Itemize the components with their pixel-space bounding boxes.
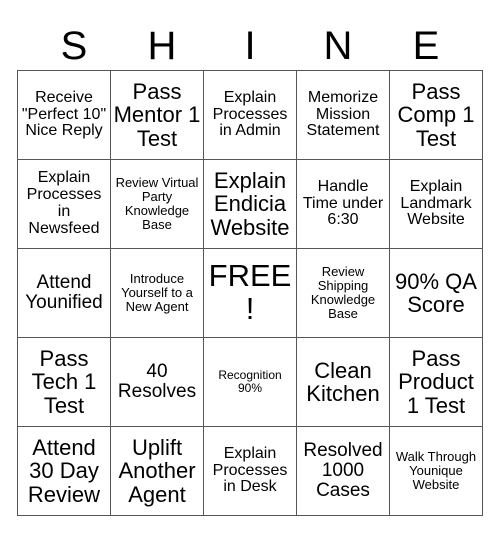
bingo-header: S H I N E bbox=[30, 0, 470, 70]
bingo-cell[interactable]: Explain Landmark Website bbox=[389, 159, 483, 249]
bingo-cell[interactable]: Resolved 1000 Cases bbox=[296, 426, 390, 516]
bingo-grid: Receive "Perfect 10" Nice Reply Pass Men… bbox=[17, 70, 483, 516]
bingo-cell[interactable]: 90% QA Score bbox=[389, 248, 483, 338]
bingo-cell-free[interactable]: FREE! bbox=[203, 248, 297, 338]
bingo-cell-label: Handle Time under 6:30 bbox=[302, 177, 384, 229]
bingo-cell[interactable]: Uplift Another Agent bbox=[110, 426, 204, 516]
bingo-cell-label: Review Virtual Party Knowledge Base bbox=[115, 175, 199, 232]
bingo-cell[interactable]: Review Shipping Knowledge Base bbox=[296, 248, 390, 338]
bingo-cell-label: Uplift Another Agent bbox=[118, 435, 196, 507]
bingo-row: Receive "Perfect 10" Nice Reply Pass Men… bbox=[17, 70, 483, 160]
header-letter-e: E bbox=[412, 24, 440, 68]
bingo-cell-label: Introduce Yourself to a New Agent bbox=[121, 271, 193, 314]
bingo-cell[interactable]: Explain Processes in Newsfeed bbox=[17, 159, 111, 249]
bingo-cell[interactable]: Pass Tech 1 Test bbox=[17, 337, 111, 427]
bingo-cell-label: Explain Endicia Website bbox=[210, 168, 290, 240]
bingo-cell-label: Pass Product 1 Test bbox=[398, 346, 474, 418]
header-letter-s: S bbox=[60, 24, 88, 68]
bingo-cell[interactable]: Review Virtual Party Knowledge Base bbox=[110, 159, 204, 249]
bingo-card: S H I N E Receive "Perfect 10" Nice Repl… bbox=[0, 0, 500, 544]
bingo-cell-label: Explain Processes in Admin bbox=[212, 88, 288, 140]
bingo-cell-label: Receive "Perfect 10" Nice Reply bbox=[21, 88, 107, 140]
bingo-cell-label: Clean Kitchen bbox=[306, 357, 380, 406]
bingo-cell-label: Explain Landmark Website bbox=[400, 177, 472, 229]
bingo-cell[interactable]: Attend Younified bbox=[17, 248, 111, 338]
bingo-row: Attend 30 Day Review Uplift Another Agen… bbox=[17, 426, 483, 516]
bingo-cell[interactable]: Explain Processes in Desk bbox=[203, 426, 297, 516]
bingo-row: Explain Processes in Newsfeed Review Vir… bbox=[17, 159, 483, 249]
header-letter-i: I bbox=[244, 24, 256, 68]
bingo-cell-label: Explain Processes in Newsfeed bbox=[26, 169, 102, 237]
bingo-row: Pass Tech 1 Test 40 Resolves Recognition… bbox=[17, 337, 483, 427]
bingo-cell[interactable]: Pass Comp 1 Test bbox=[389, 70, 483, 160]
bingo-cell-label: Pass Comp 1 Test bbox=[397, 79, 475, 151]
bingo-cell-label: Resolved 1000 Cases bbox=[303, 439, 383, 502]
bingo-cell[interactable]: Introduce Yourself to a New Agent bbox=[110, 248, 204, 338]
bingo-cell[interactable]: Recognition 90% bbox=[203, 337, 297, 427]
bingo-cell[interactable]: Explain Processes in Admin bbox=[203, 70, 297, 160]
bingo-cell-label: Attend Younified bbox=[25, 271, 103, 313]
bingo-cell-label: Pass Mentor 1 Test bbox=[113, 79, 201, 151]
bingo-row: Attend Younified Introduce Yourself to a… bbox=[17, 248, 483, 338]
bingo-cell-label: Recognition 90% bbox=[218, 368, 282, 395]
bingo-cell[interactable]: Walk Through Younique Website bbox=[389, 426, 483, 516]
bingo-cell-label: 90% QA Score bbox=[395, 268, 477, 317]
bingo-cell[interactable]: Receive "Perfect 10" Nice Reply bbox=[17, 70, 111, 160]
bingo-cell-label: Pass Tech 1 Test bbox=[31, 346, 97, 418]
bingo-cell[interactable]: Pass Product 1 Test bbox=[389, 337, 483, 427]
bingo-cell-label: 40 Resolves bbox=[117, 360, 197, 402]
bingo-cell-label: Review Shipping Knowledge Base bbox=[310, 264, 376, 321]
bingo-cell[interactable]: Attend 30 Day Review bbox=[17, 426, 111, 516]
bingo-free-label: FREE! bbox=[208, 258, 292, 326]
bingo-cell[interactable]: Explain Endicia Website bbox=[203, 159, 297, 249]
bingo-cell[interactable]: Pass Mentor 1 Test bbox=[110, 70, 204, 160]
bingo-cell[interactable]: Memorize Mission Statement bbox=[296, 70, 390, 160]
bingo-cell-label: Explain Processes in Desk bbox=[212, 444, 288, 496]
bingo-cell-label: Walk Through Younique Website bbox=[395, 449, 477, 492]
bingo-cell[interactable]: 40 Resolves bbox=[110, 337, 204, 427]
bingo-cell-label: Attend 30 Day Review bbox=[27, 435, 101, 507]
bingo-cell[interactable]: Handle Time under 6:30 bbox=[296, 159, 390, 249]
bingo-cell-label: Memorize Mission Statement bbox=[306, 88, 380, 140]
header-letter-n: N bbox=[323, 24, 353, 68]
header-letter-h: H bbox=[147, 24, 177, 68]
bingo-cell[interactable]: Clean Kitchen bbox=[296, 337, 390, 427]
